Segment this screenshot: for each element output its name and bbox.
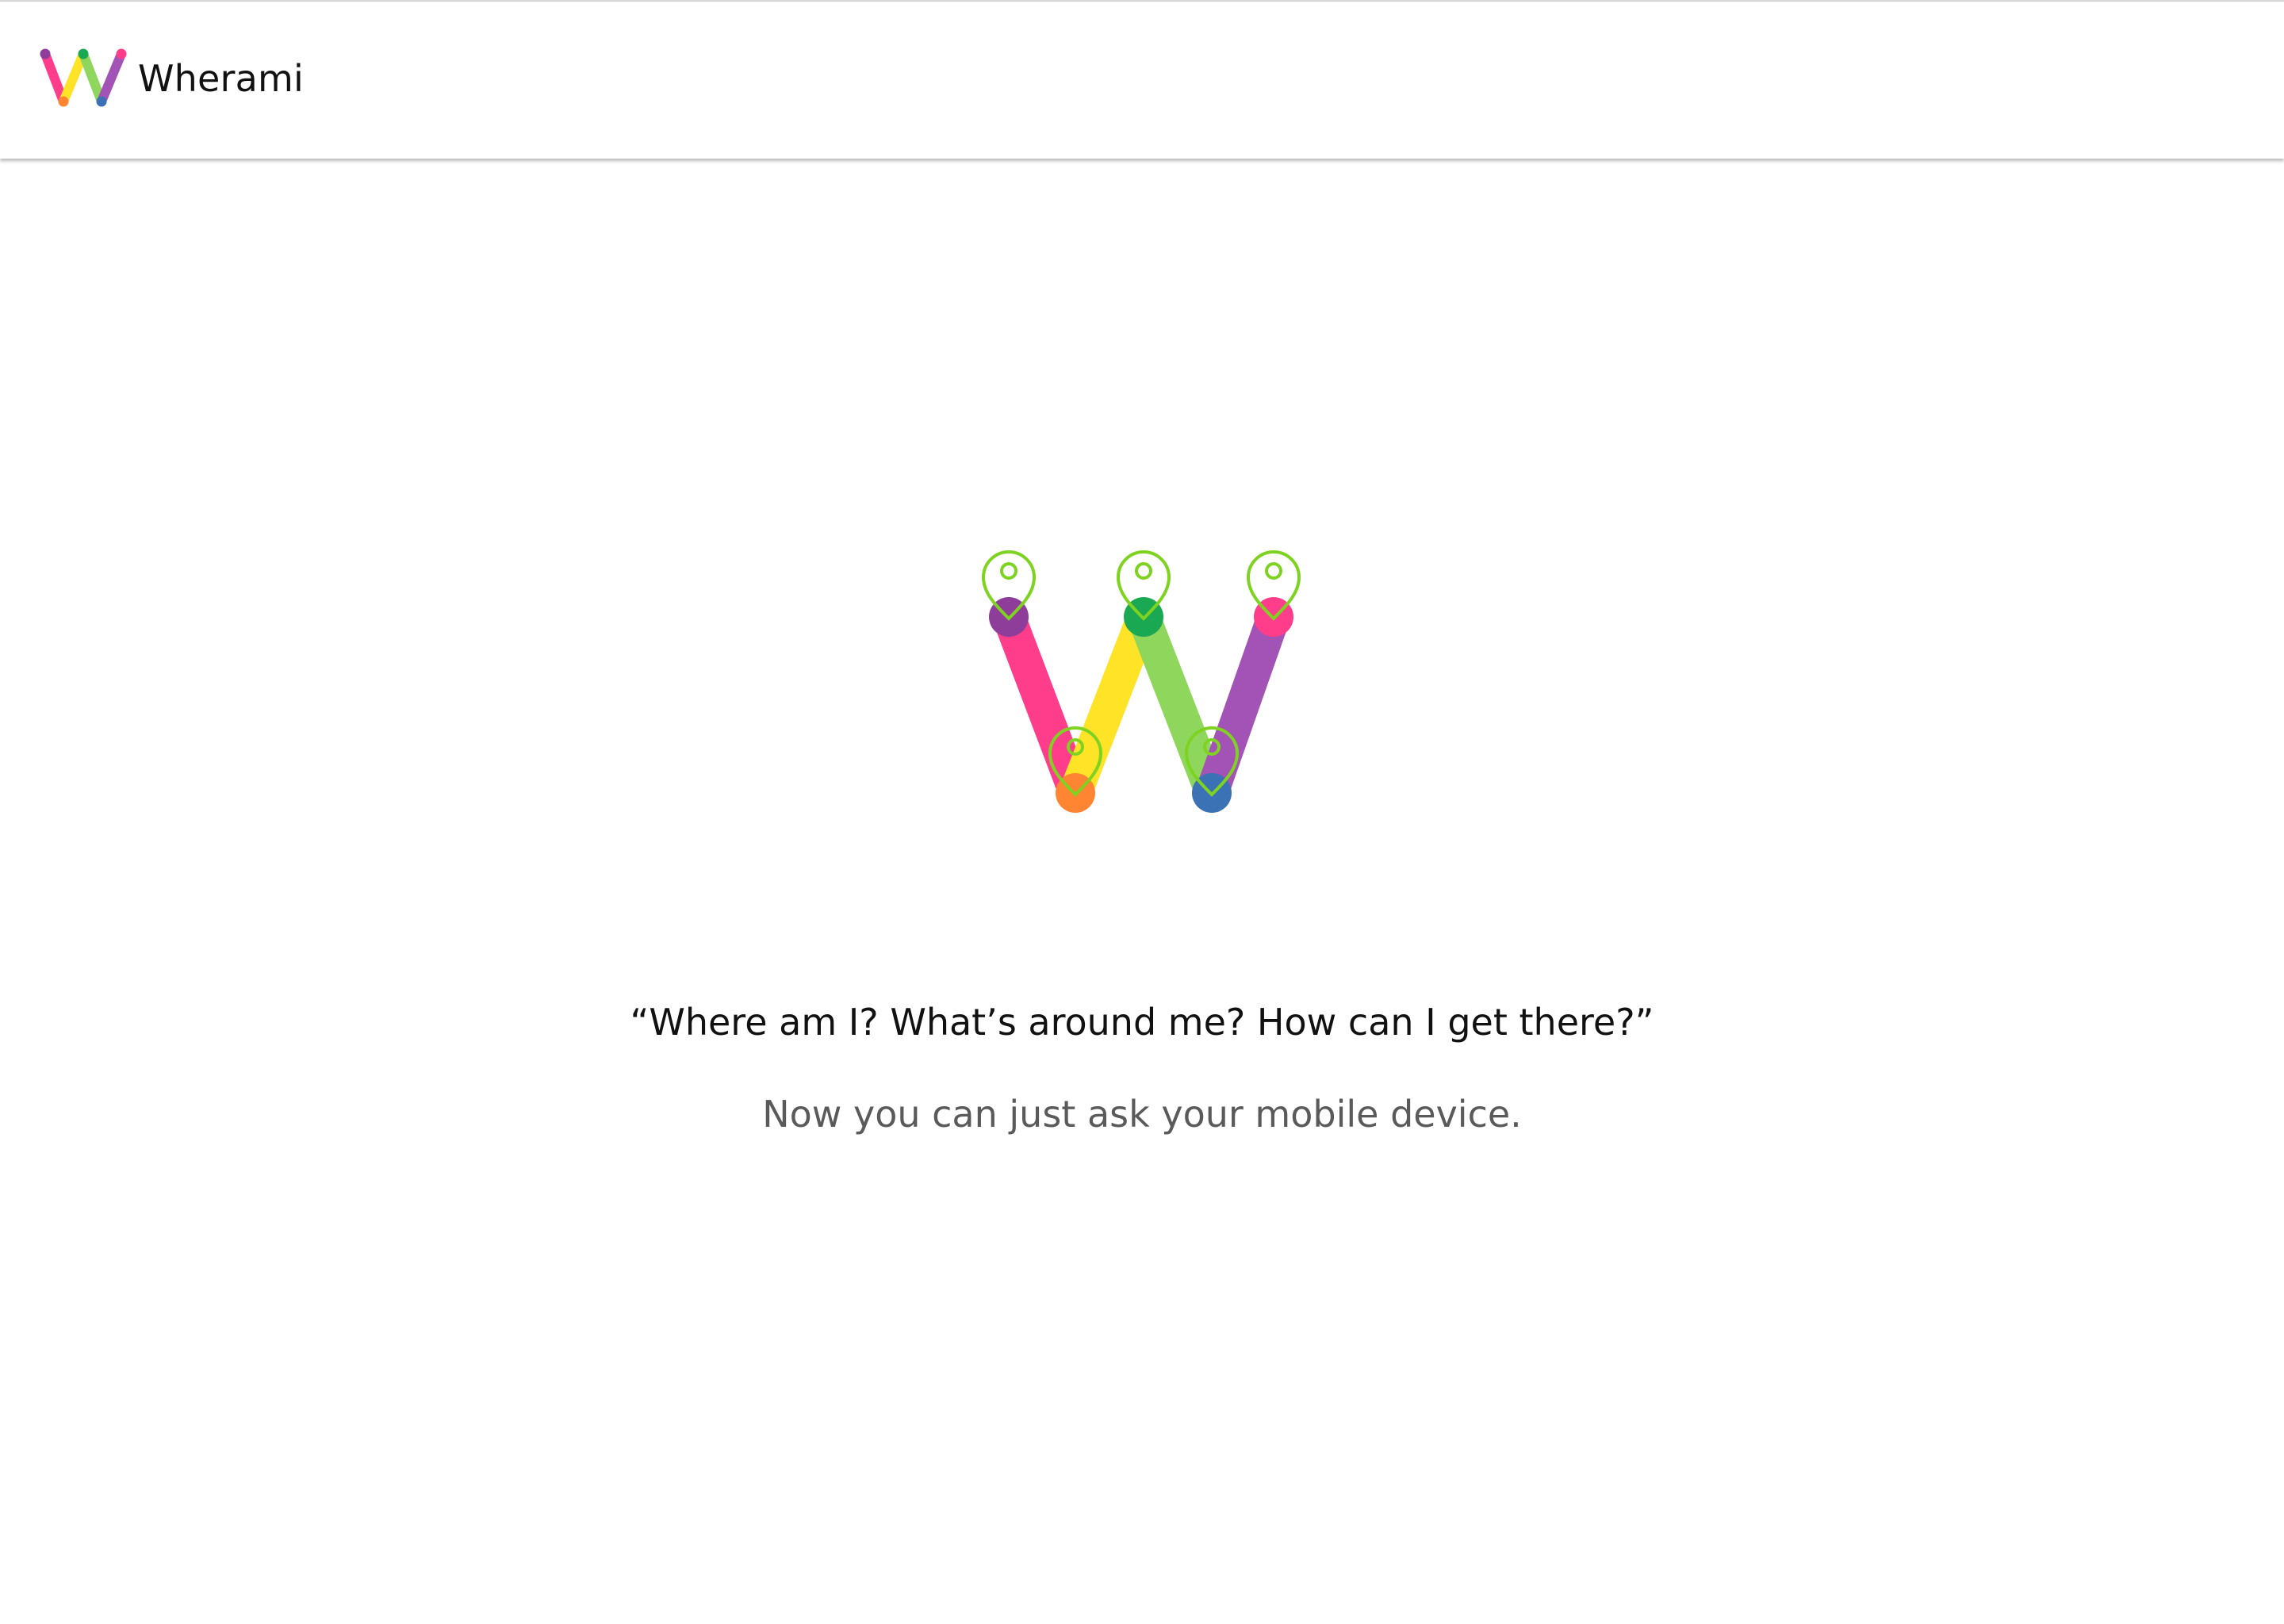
app-window: Wherami “Where am I? What’s around me? H…	[0, 0, 2284, 1624]
w-stroke-purple	[1195, 600, 1290, 810]
hero-subtagline: Now you can just ask your mobile device.	[762, 1093, 1522, 1136]
w-stroke-green	[1127, 600, 1228, 810]
w-stroke-yellow	[1059, 600, 1160, 810]
wherami-logo-icon	[40, 48, 127, 107]
hero-tagline: “Where am I? What’s around me? How can I…	[630, 1001, 1654, 1044]
top-header: Wherami	[0, 2, 2284, 159]
brand-home-link[interactable]: Wherami	[36, 44, 304, 113]
brand-name: Wherami	[138, 57, 305, 100]
hero-logo-icon	[981, 550, 1301, 813]
w-stroke-pink	[992, 600, 1092, 810]
